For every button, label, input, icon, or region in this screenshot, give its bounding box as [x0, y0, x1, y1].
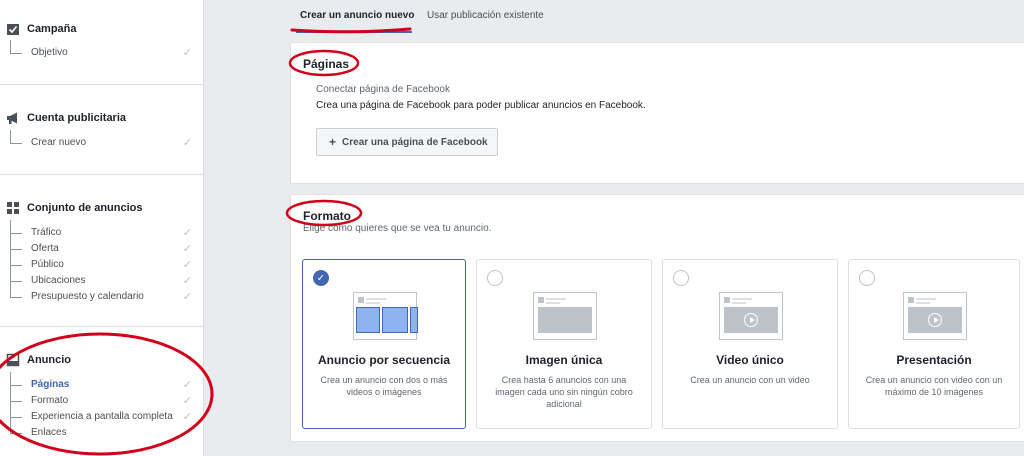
divider [0, 326, 204, 327]
sidebar-item-label: Público [31, 259, 64, 270]
check-icon: ✓ [182, 275, 192, 287]
radio-button[interactable] [487, 270, 503, 286]
checkbox-icon [6, 22, 20, 36]
sidebar-item-formato[interactable]: Formato ✓ [10, 385, 194, 410]
format-option-single-image[interactable]: Imagen única Crea hasta 6 anuncios con u… [476, 259, 652, 429]
sidebar-item-label: Páginas [31, 379, 70, 390]
tree-line [10, 265, 22, 282]
radio-button[interactable] [859, 270, 875, 286]
format-option-title: Anuncio por secuencia [317, 353, 451, 367]
tab-usar-publicacion-existente[interactable]: Usar publicación existente [427, 10, 544, 21]
tree-line [10, 130, 22, 144]
divider [0, 174, 204, 175]
format-option-single-video[interactable]: Video único Crea un anuncio con un video [662, 259, 838, 429]
format-option-description: Crea un anuncio con un video [690, 375, 810, 385]
sidebar: Campaña Objetivo ✓ Cuenta publicitaria C… [0, 0, 204, 456]
tree-line [10, 249, 22, 266]
check-icon: ✓ [182, 47, 192, 59]
sidebar-item-label: Experiencia a pantalla completa [31, 411, 173, 422]
ad-icon [6, 353, 20, 367]
single-image-preview-icon [533, 292, 597, 340]
sidebar-item-oferta[interactable]: Oferta ✓ [10, 233, 194, 258]
pages-card-description: Crea una página de Facebook para poder p… [316, 100, 646, 111]
pages-card: Páginas Conectar página de Facebook Crea… [290, 42, 1024, 184]
sidebar-item-presupuesto[interactable]: Presupuesto y calendario ✓ [10, 281, 194, 306]
sidebar-item-publico[interactable]: Público ✓ [10, 249, 194, 274]
divider [0, 84, 204, 85]
sidebar-item-experiencia[interactable]: Experiencia a pantalla completa ✓ [10, 401, 194, 426]
pages-card-title: Páginas [303, 57, 350, 71]
tree-line [10, 401, 22, 418]
sidebar-section-ad[interactable]: Anuncio [6, 353, 71, 367]
sidebar-section-title: Campaña [27, 23, 77, 35]
format-option-description: Crea hasta 6 anuncios con una imagen cad… [495, 375, 633, 409]
slideshow-preview-icon [903, 292, 967, 340]
format-option-description: Crea un anuncio con dos o más videos o i… [320, 375, 448, 397]
sidebar-section-title: Cuenta publicitaria [27, 112, 127, 124]
sidebar-item-objetivo[interactable]: Objetivo ✓ [10, 40, 194, 62]
check-icon: ✓ [182, 291, 192, 303]
sidebar-section-title: Conjunto de anuncios [27, 202, 143, 214]
sidebar-item-label: Ubicaciones [31, 275, 86, 286]
sidebar-section-ad-set[interactable]: Conjunto de anuncios [6, 201, 143, 215]
tree-line [10, 417, 22, 434]
check-icon: ✓ [182, 243, 192, 255]
pages-card-subtitle: Conectar página de Facebook [316, 84, 450, 95]
sidebar-item-label: Enlaces [31, 427, 67, 438]
tree-line [10, 281, 22, 298]
format-option-carousel[interactable]: ✓ Anuncio por secuencia Crea un anuncio … [302, 259, 466, 429]
grid-icon [6, 201, 20, 215]
sidebar-item-paginas[interactable]: Páginas ✓ [10, 372, 194, 394]
active-tab-indicator [296, 31, 412, 33]
check-icon: ✓ [182, 227, 192, 239]
tree-line [10, 40, 22, 54]
sidebar-item-label: Objetivo [31, 47, 68, 58]
play-icon [928, 313, 942, 327]
sidebar-item-label: Presupuesto y calendario [31, 291, 144, 302]
sidebar-section-title: Anuncio [27, 354, 71, 366]
tab-bar: Crear un anuncio nuevo Usar publicación … [290, 0, 1024, 34]
tree-line [10, 233, 22, 250]
check-icon: ✓ [182, 379, 192, 391]
tree-line [10, 220, 22, 234]
sidebar-section-campaign[interactable]: Campaña [6, 22, 77, 36]
check-icon: ✓ [182, 395, 192, 407]
create-facebook-page-button[interactable]: + Crear una página de Facebook [316, 128, 498, 156]
format-option-slideshow[interactable]: Presentación Crea un anuncio con video c… [848, 259, 1020, 429]
sidebar-item-trafico[interactable]: Tráfico ✓ [10, 220, 194, 242]
sidebar-item-ubicaciones[interactable]: Ubicaciones ✓ [10, 265, 194, 290]
check-icon: ✓ [182, 137, 192, 149]
format-option-title: Imagen única [525, 353, 603, 367]
sidebar-section-ad-account[interactable]: Cuenta publicitaria [6, 111, 126, 125]
format-option-title: Presentación [896, 353, 972, 367]
sidebar-item-crear-nuevo[interactable]: Crear nuevo ✓ [10, 130, 194, 152]
radio-button[interactable] [673, 270, 689, 286]
video-preview-icon [719, 292, 783, 340]
sidebar-item-label: Formato [31, 395, 69, 406]
format-option-description: Crea un anuncio con video con un máximo … [865, 375, 1003, 397]
tree-line [10, 372, 22, 386]
tab-crear-anuncio-nuevo[interactable]: Crear un anuncio nuevo [300, 10, 414, 21]
megaphone-icon [6, 111, 20, 125]
sidebar-item-label: Tráfico [31, 227, 62, 238]
format-card-subtitle: Elige cómo quieres que se vea tu anuncio… [303, 223, 492, 234]
format-card-title: Formato [303, 209, 351, 223]
sidebar-item-label: Crear nuevo [31, 137, 87, 148]
sidebar-item-enlaces[interactable]: Enlaces [10, 417, 194, 442]
play-icon [744, 313, 758, 327]
sidebar-item-label: Oferta [31, 243, 59, 254]
format-option-title: Video único [716, 353, 784, 367]
create-facebook-page-button-label: Crear una página de Facebook [342, 136, 488, 148]
selected-radio-check-icon[interactable]: ✓ [313, 270, 329, 286]
plus-icon: + [329, 135, 337, 149]
carousel-preview-icon [353, 292, 418, 340]
tree-line [10, 385, 22, 402]
check-icon: ✓ [182, 411, 192, 423]
check-icon: ✓ [182, 259, 192, 271]
